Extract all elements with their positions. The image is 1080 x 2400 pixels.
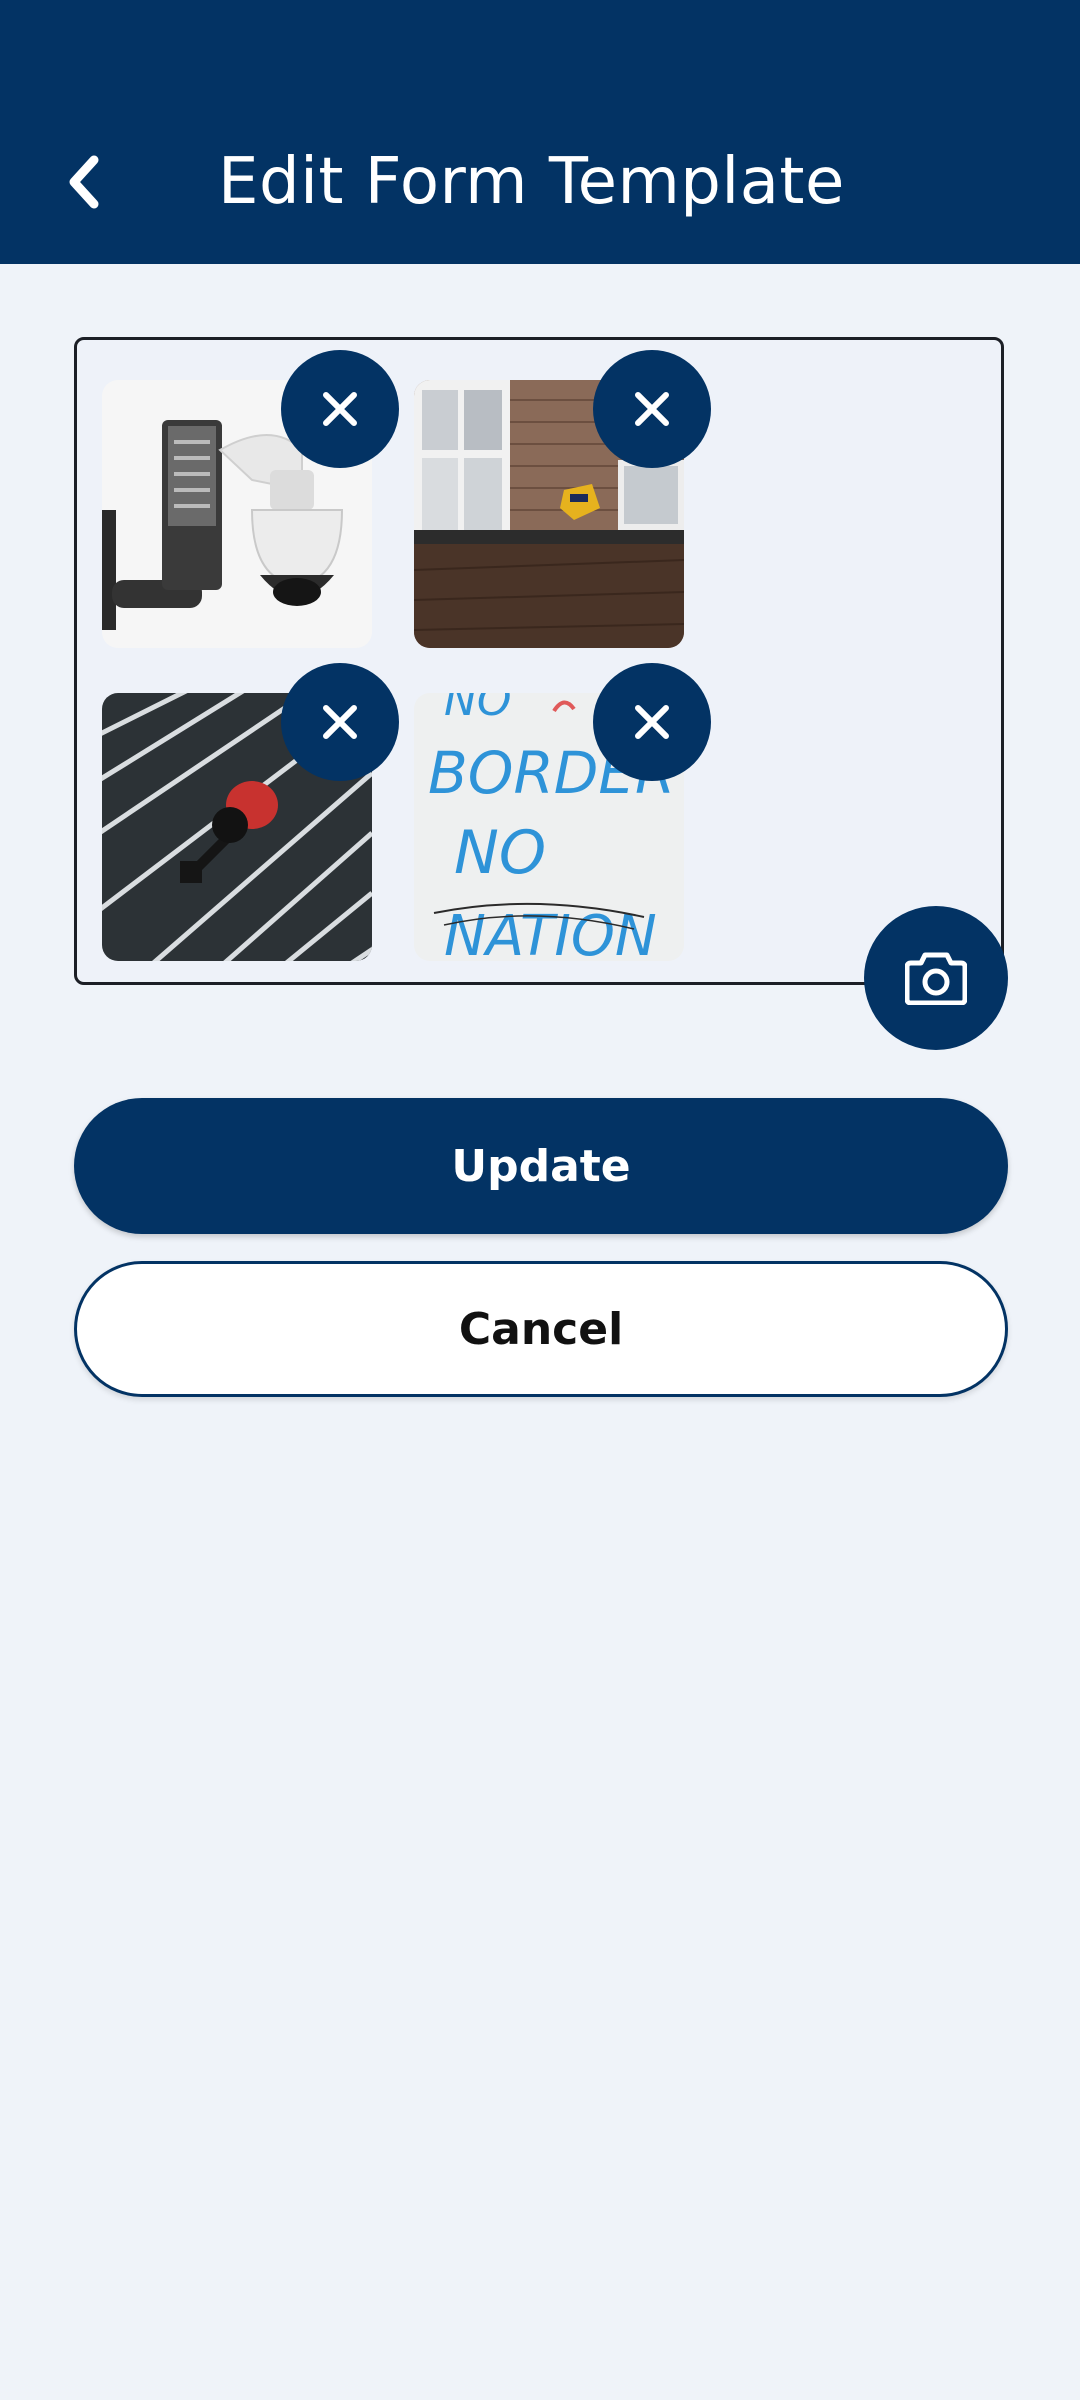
back-button[interactable] [52, 142, 116, 222]
close-icon [635, 392, 669, 426]
graffiti-text-line-3: NO [454, 818, 546, 888]
cancel-button[interactable]: Cancel [74, 1261, 1008, 1397]
add-photo-button[interactable] [864, 906, 1008, 1050]
remove-photo-button[interactable] [281, 350, 399, 468]
app-bar: Edit Form Template [0, 0, 1080, 264]
camera-icon [905, 952, 967, 1005]
update-button[interactable]: Update [74, 1098, 1008, 1234]
close-icon [323, 705, 357, 739]
remove-photo-button[interactable] [593, 663, 711, 781]
page-title: Edit Form Template [218, 145, 845, 219]
graffiti-text-line-1: NO [444, 693, 512, 726]
remove-photo-button[interactable] [593, 350, 711, 468]
remove-photo-button[interactable] [281, 663, 399, 781]
close-icon [635, 705, 669, 739]
chevron-left-icon [69, 155, 99, 209]
close-icon [323, 392, 357, 426]
